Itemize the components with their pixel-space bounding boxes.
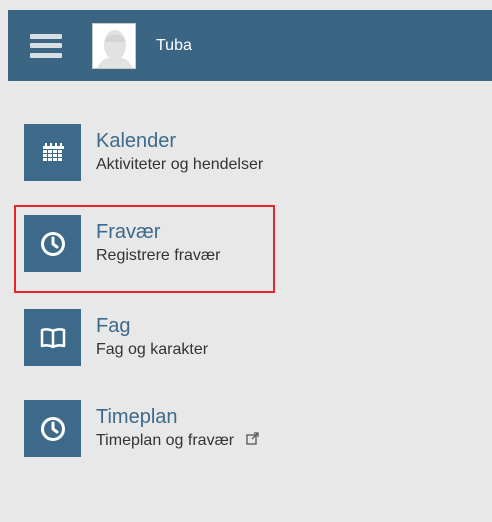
- menu-item-timeplan[interactable]: Timeplan Timeplan og fravær: [24, 400, 259, 457]
- calendar-icon: [24, 124, 81, 181]
- user-avatar-icon[interactable]: [92, 22, 136, 69]
- clock-icon: [24, 215, 81, 272]
- menu-item-subtitle: Registrere fravær: [96, 247, 221, 264]
- menu-item-subtitle: Timeplan og fravær: [96, 430, 259, 452]
- menu-item-subtitle: Fag og karakter: [96, 341, 209, 358]
- menu-item-kalender[interactable]: Kalender Aktiviteter og hendelser: [24, 124, 263, 181]
- menu-item-title: Fravær: [96, 221, 161, 243]
- username-label: Tuba: [156, 36, 192, 54]
- clock-icon: [24, 400, 81, 457]
- menu-item-title: Kalender: [96, 130, 177, 152]
- menu-item-title: Fag: [96, 315, 131, 337]
- menu-item-fag[interactable]: Fag Fag og karakter: [24, 309, 208, 366]
- menu-item-title: Timeplan: [96, 406, 178, 428]
- hamburger-menu-icon[interactable]: [30, 33, 62, 58]
- menu-item-subtitle: Aktiviteter og hendelser: [96, 156, 264, 173]
- top-bar: Tuba: [8, 10, 492, 81]
- menu-item-fravaer[interactable]: Fravær Registrere fravær: [24, 215, 220, 272]
- book-icon: [24, 309, 81, 366]
- external-link-icon[interactable]: [246, 430, 259, 452]
